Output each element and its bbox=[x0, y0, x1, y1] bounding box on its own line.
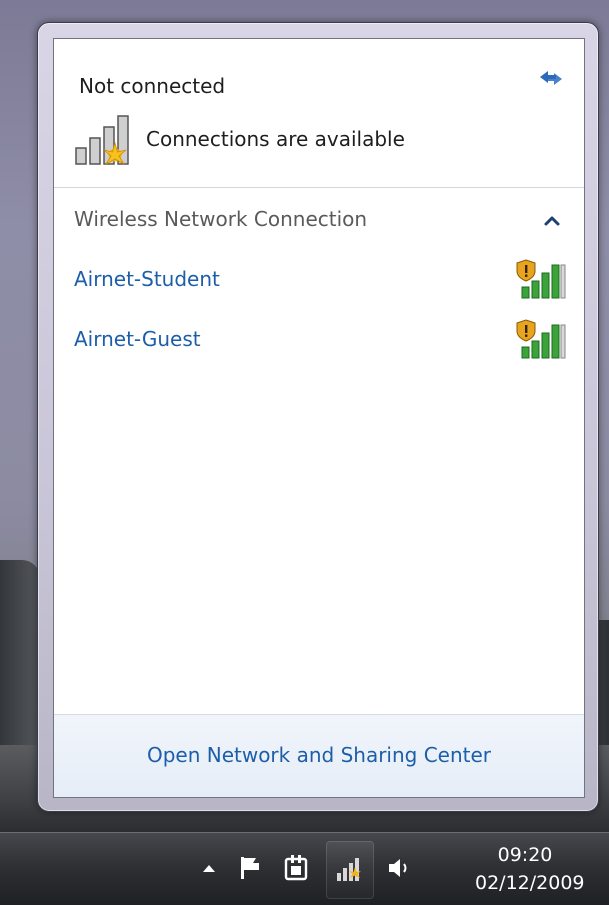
network-list-item[interactable]: Airnet-Student bbox=[54, 255, 584, 305]
taskbar: 09:20 02/12/2009 bbox=[0, 832, 609, 905]
open-network-sharing-center-link[interactable]: Open Network and Sharing Center bbox=[54, 743, 584, 767]
connection-status-title: Not connected bbox=[79, 74, 226, 98]
wifi-signal-icon bbox=[516, 259, 566, 299]
section-divider bbox=[54, 187, 584, 188]
desktop-wallpaper-rock bbox=[0, 560, 40, 750]
network-flyout: Not connected Connections are available … bbox=[53, 38, 585, 798]
network-flyout-frame: Not connected Connections are available … bbox=[37, 22, 599, 812]
power-plug-icon[interactable] bbox=[282, 853, 312, 883]
wireless-section-header: Wireless Network Connection bbox=[74, 207, 368, 231]
flyout-footer: Open Network and Sharing Center bbox=[54, 714, 584, 797]
network-name: Airnet-Guest bbox=[74, 327, 201, 351]
security-warning-shield-icon bbox=[516, 319, 536, 342]
refresh-icon[interactable] bbox=[536, 67, 566, 89]
connection-availability-text: Connections are available bbox=[146, 127, 405, 151]
clock-time: 09:20 bbox=[497, 844, 553, 866]
security-warning-shield-icon bbox=[516, 259, 536, 282]
network-name: Airnet-Student bbox=[74, 267, 220, 291]
volume-icon[interactable] bbox=[384, 853, 414, 883]
taskbar-clock[interactable]: 09:20 02/12/2009 bbox=[475, 841, 585, 897]
wifi-signal-icon bbox=[516, 319, 566, 359]
chevron-up-icon[interactable] bbox=[540, 211, 564, 231]
show-hidden-icons-icon[interactable] bbox=[194, 853, 224, 883]
network-list-item[interactable]: Airnet-Guest bbox=[54, 315, 584, 365]
no-connection-signal-icon bbox=[75, 115, 129, 165]
clock-date: 02/12/2009 bbox=[475, 872, 585, 894]
action-center-flag-icon[interactable] bbox=[236, 853, 266, 883]
network-tray-icon[interactable] bbox=[333, 851, 367, 885]
